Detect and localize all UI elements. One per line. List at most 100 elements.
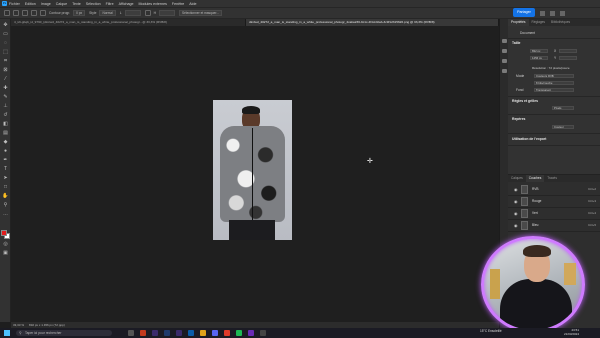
- menu-selection[interactable]: Sélection: [86, 2, 101, 6]
- channel-row-rvb[interactable]: ◉ RVB Ctrl+2: [508, 184, 600, 196]
- rectangle-tool-icon[interactable]: □: [2, 184, 9, 190]
- height-input[interactable]: [158, 10, 175, 16]
- clone-stamp-icon[interactable]: ⊥: [2, 103, 9, 109]
- marquee-tool-icon[interactable]: [13, 10, 19, 16]
- cloud-icon[interactable]: [560, 11, 565, 16]
- swap-icon[interactable]: [144, 10, 151, 16]
- gradient-tool-icon[interactable]: ▤: [2, 130, 9, 136]
- fill-select[interactable]: Transparent: [534, 88, 574, 92]
- tab-proprietes[interactable]: Propriétés: [508, 19, 529, 26]
- visibility-eye-icon[interactable]: ◉: [514, 223, 518, 228]
- menu-fenetre[interactable]: Fenêtre: [172, 2, 184, 6]
- height-field[interactable]: 1456 px: [530, 56, 548, 60]
- ruler-unit-select[interactable]: Pixels: [552, 106, 574, 110]
- guide-color-select[interactable]: Couleur: [552, 125, 574, 129]
- tab-document-2[interactable]: dimlwd_40272_a_man_is_standing_in_a_whit…: [246, 19, 499, 26]
- x-field[interactable]: [559, 49, 577, 53]
- home-icon[interactable]: [4, 10, 10, 16]
- obs-icon[interactable]: [248, 330, 254, 336]
- blur-tool-icon[interactable]: ◆: [2, 139, 9, 145]
- quick-mask-icon[interactable]: ◎: [2, 241, 9, 247]
- tab-traces[interactable]: Tracés: [544, 175, 560, 182]
- color-mode-select[interactable]: Couleurs RVB: [534, 74, 574, 78]
- channel-row-rouge[interactable]: ◉ Rouge Ctrl+3: [508, 196, 600, 208]
- healing-brush-icon[interactable]: ✚: [2, 85, 9, 91]
- brush-panel-icon[interactable]: [502, 69, 507, 73]
- windows-start-icon[interactable]: [4, 330, 10, 336]
- rulers-grids-title[interactable]: Règles et grilles: [512, 99, 538, 103]
- menu-modules[interactable]: Modules externes: [139, 2, 167, 6]
- new-selection-icon[interactable]: [22, 10, 28, 16]
- visibility-eye-icon[interactable]: ◉: [514, 199, 518, 204]
- after-effects-icon[interactable]: [176, 330, 182, 336]
- y-field[interactable]: [559, 56, 577, 60]
- crop-tool-icon[interactable]: ⌗: [2, 58, 9, 64]
- foreground-color-swatch[interactable]: [1, 230, 7, 236]
- visibility-eye-icon[interactable]: ◉: [514, 187, 518, 192]
- menu-affichage[interactable]: Affichage: [119, 2, 134, 6]
- share-button[interactable]: Partager: [513, 8, 535, 17]
- workspace-icon[interactable]: [550, 11, 555, 16]
- menu-calque[interactable]: Calque: [56, 2, 67, 6]
- document-image[interactable]: [213, 100, 292, 240]
- menu-edition[interactable]: Edition: [25, 2, 36, 6]
- discord-icon[interactable]: [212, 330, 218, 336]
- hand-tool-icon[interactable]: ✋: [2, 193, 9, 199]
- menu-aide[interactable]: Aide: [189, 2, 196, 6]
- add-selection-icon[interactable]: [31, 10, 37, 16]
- edge-icon[interactable]: [188, 330, 194, 336]
- tab-reglages[interactable]: Réglages: [529, 19, 548, 26]
- tab-couches[interactable]: Couches: [525, 175, 545, 182]
- file-explorer-icon[interactable]: [200, 330, 206, 336]
- size-section-title[interactable]: Taille: [512, 41, 520, 45]
- color-panel-icon[interactable]: [502, 49, 507, 53]
- eraser-tool-icon[interactable]: ◧: [2, 121, 9, 127]
- history-brush-icon[interactable]: ↺: [2, 112, 9, 118]
- channel-row-bleu[interactable]: ◉ Bleu Ctrl+5: [508, 220, 600, 232]
- menu-texte[interactable]: Texte: [72, 2, 81, 6]
- zoom-level[interactable]: 33,33 %: [13, 323, 24, 327]
- style-select[interactable]: Normal: [99, 10, 116, 16]
- taskbar-search[interactable]: ⚲ Taper ici pour rechercher: [16, 330, 112, 336]
- tab-bibliotheques[interactable]: Bibliothèques: [548, 19, 573, 26]
- export-section-title[interactable]: Utilisation de l'export: [512, 137, 546, 141]
- history-panel-icon[interactable]: [502, 39, 507, 43]
- photoshop-logo-icon[interactable]: Ps: [2, 1, 7, 6]
- tab-calques[interactable]: Calques: [508, 175, 526, 182]
- artboard-tool-icon[interactable]: ▭: [2, 31, 9, 37]
- type-tool-icon[interactable]: T: [2, 166, 9, 172]
- object-select-tool-icon[interactable]: ⬚: [2, 49, 9, 55]
- menu-fichier[interactable]: Fichier: [9, 2, 20, 6]
- tab-document-1[interactable]: 4_t2t-gbqb_id_9790_(dimlwd_40272_a_man_i…: [11, 19, 246, 26]
- app-icon-2[interactable]: [260, 330, 266, 336]
- photoshop-taskbar-icon[interactable]: [164, 330, 170, 336]
- subtract-selection-icon[interactable]: [40, 10, 46, 16]
- visibility-eye-icon[interactable]: ◉: [514, 211, 518, 216]
- guides-title[interactable]: Repères: [512, 117, 525, 121]
- channel-row-vert[interactable]: ◉ Vert Ctrl+4: [508, 208, 600, 220]
- dodge-tool-icon[interactable]: ●: [2, 148, 9, 154]
- eyedropper-tool-icon[interactable]: ⁄: [2, 76, 9, 82]
- select-and-mask-button[interactable]: Sélectionner et masquer...: [178, 10, 222, 16]
- bit-depth-select[interactable]: 8 bits/couche: [534, 81, 574, 85]
- lasso-tool-icon[interactable]: ◌: [2, 40, 9, 46]
- width-field[interactable]: 832 px: [530, 49, 548, 53]
- zoom-tool-icon[interactable]: ⚲: [2, 202, 9, 208]
- task-view-icon[interactable]: [128, 330, 134, 336]
- taskbar-clock[interactable]: 23:51 21/03/2024: [564, 328, 579, 336]
- path-select-icon[interactable]: ➤: [2, 175, 9, 181]
- spotify-icon[interactable]: [236, 330, 242, 336]
- more-tools-icon[interactable]: …: [2, 211, 9, 217]
- chrome-icon[interactable]: [224, 330, 230, 336]
- weather-widget[interactable]: 15°C Ensoleillé: [480, 329, 502, 333]
- app-icon[interactable]: [140, 330, 146, 336]
- width-input[interactable]: [124, 10, 141, 16]
- menu-image[interactable]: Image: [41, 2, 51, 6]
- premiere-icon[interactable]: [152, 330, 158, 336]
- menu-filtre[interactable]: Filtre: [106, 2, 114, 6]
- pen-tool-icon[interactable]: ✒: [2, 157, 9, 163]
- swatches-panel-icon[interactable]: [502, 59, 507, 63]
- frame-tool-icon[interactable]: ⊠: [2, 67, 9, 73]
- move-tool-icon[interactable]: ✥: [2, 22, 9, 28]
- screen-mode-icon[interactable]: ▣: [2, 250, 9, 256]
